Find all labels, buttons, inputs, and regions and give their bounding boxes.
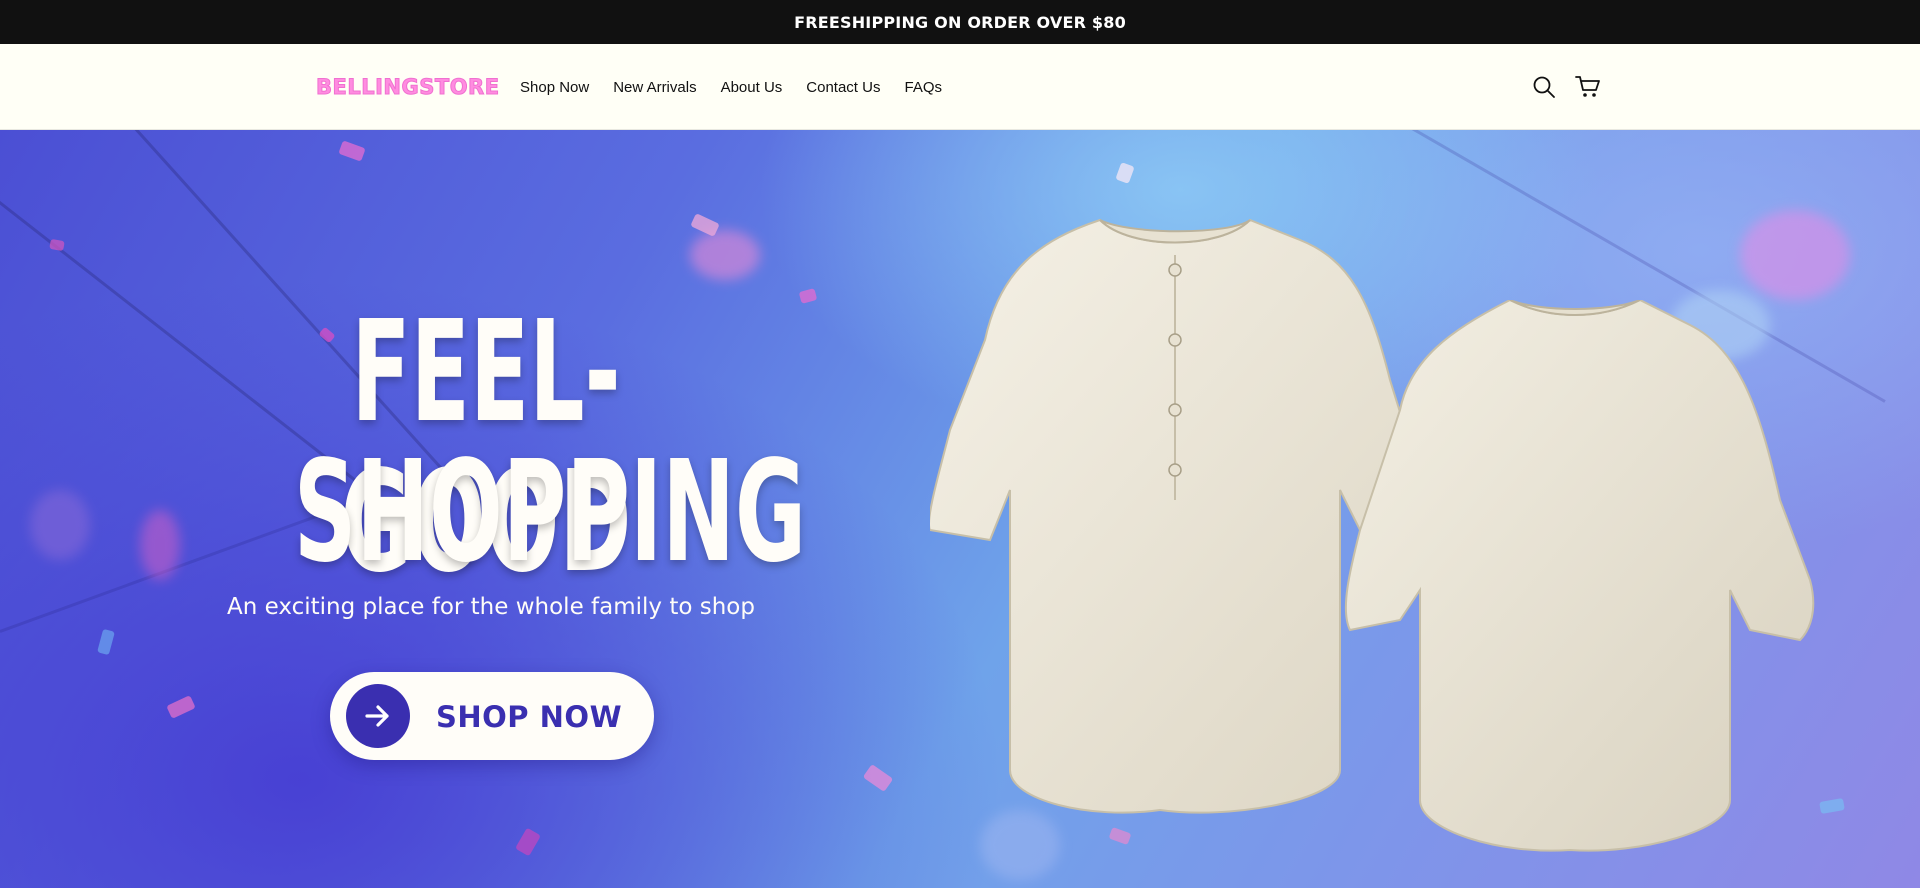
bokeh-light (140, 510, 180, 580)
confetti-piece (515, 827, 541, 857)
arrow-right-icon (346, 684, 410, 748)
confetti-piece (1819, 798, 1845, 814)
confetti-piece (338, 140, 366, 162)
store-logo[interactable]: BELLINGSTORE (316, 72, 500, 102)
announcement-bar: FREESHIPPING ON ORDER OVER $80 (0, 0, 1920, 44)
bokeh-light (30, 490, 90, 560)
confetti-piece (862, 763, 894, 793)
main-nav: Shop Now New Arrivals About Us Contact U… (520, 74, 942, 100)
announcement-text: FREESHIPPING ON ORDER OVER $80 (794, 12, 1126, 32)
shop-now-label: SHOP NOW (436, 700, 623, 734)
confetti-piece (798, 288, 818, 304)
nav-contact-us[interactable]: Contact Us (806, 79, 880, 96)
hero-subtitle: An exciting place for the whole family t… (227, 594, 755, 620)
confetti-piece (49, 238, 65, 252)
search-icon[interactable] (1529, 72, 1559, 102)
confetti-piece (166, 695, 196, 719)
nav-faqs[interactable]: FAQs (904, 79, 942, 96)
hero-banner: FEEL-GOOD SHOPPING An exciting place for… (0, 130, 1920, 888)
confetti-piece (97, 628, 115, 656)
shirt-back-image (1344, 300, 1815, 852)
confetti-piece (1115, 162, 1135, 184)
site-header: BELLINGSTORE Shop Now New Arrivals About… (0, 44, 1920, 130)
nav-new-arrivals[interactable]: New Arrivals (613, 79, 696, 96)
bokeh-light (690, 230, 760, 280)
cart-icon[interactable] (1573, 72, 1603, 102)
bokeh-light (1740, 210, 1850, 300)
nav-shop-now[interactable]: Shop Now (520, 79, 589, 96)
shop-now-button[interactable]: SHOP NOW (330, 672, 654, 760)
nav-about-us[interactable]: About Us (721, 79, 783, 96)
hero-headline-line2: SHOPPING (293, 431, 807, 594)
